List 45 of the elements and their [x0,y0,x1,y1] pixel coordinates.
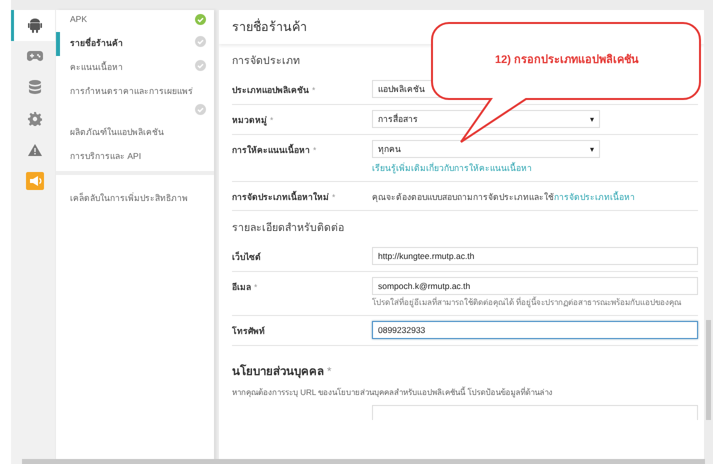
nav-item[interactable]: เคล็ดลับในการเพิ่มประสิทธิภาพ [56,187,214,211]
page-title: รายชื่อร้านค้า [219,10,704,44]
database-icon [28,80,40,95]
required-mark: * [332,192,336,202]
nav-item[interactable]: คะแนนเนื้อหา [70,60,123,74]
required-mark: * [254,282,258,292]
android-icon [28,18,42,34]
required-mark: * [313,145,316,155]
warning-icon [28,144,42,156]
input-field[interactable]: 0899232933 [372,320,698,339]
description-text: หากคุณต้องการระบุ URL ของนโยบายส่วนบุคคลสำหรับแอปพลิเคชันนี้ โปรดป้อนข้อมูลที่ด้านล่าง [232,386,554,399]
field-label: ประเภทแอปพลิเคชัน [232,85,309,95]
vertical-scrollbar[interactable] [706,320,711,420]
input-field[interactable]: http://kungtee.rmutp.ac.th [372,247,698,265]
field-label: อีเมล [232,282,251,292]
input-field[interactable] [372,404,698,420]
required-mark: * [327,366,332,378]
link[interactable]: การจัดประเภทเนื้อหา [554,192,635,202]
description-text: คุณจะต้องตอบแบบสอบถามการจัดประเภทและใช้การจัดประเภทเนื้อหา [372,190,636,204]
link[interactable]: เรียนรู้เพิ่มเติมเกี่ยวกับการให้คะแนนเนื้อหา [372,161,698,175]
nav-item[interactable]: APK [70,14,88,24]
megaphone-icon [26,172,44,190]
field-label: โทรศัพท์ [232,326,265,336]
horizontal-scrollbar[interactable] [22,459,705,464]
nav-item[interactable]: รายชื่อร้านค้า [70,36,123,50]
section-heading: การจัดประเภท [232,54,300,69]
field-label: การให้คะแนนเนื้อหา [232,145,310,155]
settings-icon [28,112,42,126]
field-label: หมวดหมู่ [232,115,267,125]
callout-tooltip-text: 12) กรอกประเภทแอปพลิเคชัน [494,52,640,68]
nav-item[interactable]: การกำหนดราคาและการเผยแพร่ [70,84,193,98]
gamepad-icon [26,51,42,62]
field-label: การจัดประเภทเนื้อหาใหม่ [232,192,329,202]
input-field[interactable]: sompoch.k@rmutp.ac.th [372,277,698,295]
section-heading: นโยบายส่วนบุคคล [232,366,324,378]
nav-item[interactable]: การบริการและ API [56,145,214,169]
required-mark: * [312,85,316,95]
select-field[interactable]: ทุกคน ▾ [372,140,600,158]
required-mark: * [270,115,274,125]
rail-tab[interactable] [11,10,55,41]
help-text: โปรดใส่ที่อยู่อีเมลที่สามารถใช้ติดต่อคุณได้ ที่อยู่นี้จะปรากฏต่อสาธารณะพร้อมกับแอปของคุณ [372,298,682,309]
section-heading: รายละเอียดสำหรับติดต่อ [232,221,344,236]
select-field[interactable]: การสื่อสาร ▾ [372,110,600,128]
field-label: เว็บไซต์ [232,252,261,262]
nav-item[interactable]: ผลิตภัณฑ์ในแอปพลิเคชัน [56,121,214,145]
